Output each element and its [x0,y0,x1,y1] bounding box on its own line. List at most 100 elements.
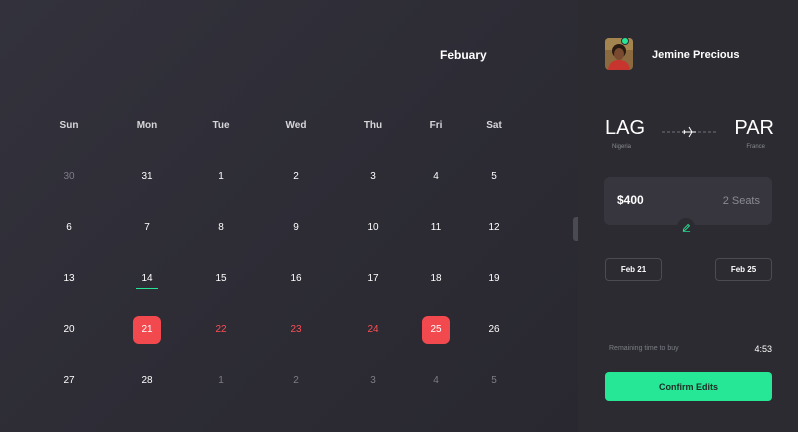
day-number: 26 [488,324,500,335]
calendar-day[interactable]: 16 [266,265,326,293]
calendar-day[interactable]: 19 [464,265,524,293]
weekday-label: Tue [212,120,230,131]
calendar-day[interactable]: 10 [343,214,403,242]
day-number: 21 [133,316,161,344]
calendar-day[interactable]: 5 [464,163,524,191]
weekday-label: Mon [136,120,158,131]
day-number: 18 [430,273,442,284]
day-number: 25 [422,316,450,344]
departure-date-button[interactable]: Feb 21 [605,258,662,281]
calendar-day[interactable]: 8 [191,214,251,242]
pencil-icon [682,223,690,232]
seat-count: 2 Seats [722,195,760,207]
day-number: 22 [215,324,227,335]
day-number: 31 [141,171,153,182]
day-number: 1 [218,375,224,386]
user-name: Jemine Precious [652,49,740,61]
calendar-day[interactable]: 1 [191,163,251,191]
airplane-icon [682,126,696,138]
day-number: 11 [430,222,442,233]
calendar-day[interactable]: 12 [464,214,524,242]
online-status-dot [621,37,629,45]
calendar-day[interactable]: 4 [406,367,466,395]
origin-country: Nigeria [612,144,632,150]
calendar-panel: Febuary Sun Mon Tue Wed Thu Fri Sat 30 31 1 2 3 4 5 6… [0,0,578,432]
calendar-day[interactable]: 5 [464,367,524,395]
calendar-day[interactable]: 3 [343,367,403,395]
calendar-day[interactable]: 20 [39,316,99,344]
user-avatar-icon [605,38,633,70]
day-number: 23 [290,324,302,335]
avatar[interactable] [605,38,633,70]
calendar-day[interactable]: 2 [266,163,326,191]
booking-sidebar: Jemine Precious LAG Nigeria PAR France $… [578,0,798,432]
calendar-day[interactable]: 31 [117,163,177,191]
day-number: 5 [491,171,497,182]
calendar-day[interactable]: 23 [266,316,326,344]
day-number: 15 [215,273,227,284]
month-title: Febuary [440,48,487,62]
remaining-time-label: Remaining time to buy [609,345,679,352]
calendar-day-selected[interactable]: 21 [117,316,177,344]
weekday-label: Thu [363,120,383,131]
edit-booking-button[interactable] [677,218,695,236]
day-number: 20 [63,324,75,335]
day-number: 14 [136,265,158,293]
calendar-day[interactable]: 28 [117,367,177,395]
day-number: 28 [141,375,153,386]
destination-country: France [746,144,765,150]
day-number: 9 [293,222,299,233]
origin-code: LAG [605,117,646,139]
day-number: 16 [290,273,302,284]
day-number: 5 [491,375,497,386]
weekday-label: Sun [59,120,79,131]
calendar-day-selected[interactable]: 25 [406,316,466,344]
day-number: 4 [433,375,439,386]
destination-code: PAR [734,117,774,139]
day-number: 1 [218,171,224,182]
day-number: 27 [63,375,75,386]
calendar-day[interactable]: 15 [191,265,251,293]
weekday-label: Wed [285,120,307,131]
ticket-price: $400 [617,193,644,207]
flight-route-line [662,126,716,138]
day-number: 3 [370,375,376,386]
calendar-day[interactable]: 18 [406,265,466,293]
day-number: 17 [367,273,379,284]
booking-app: Febuary Sun Mon Tue Wed Thu Fri Sat 30 31 1 2 3 4 5 6… [0,0,798,432]
day-number: 8 [218,222,224,233]
day-number: 3 [370,171,376,182]
day-number: 12 [488,222,500,233]
calendar-day[interactable]: 7 [117,214,177,242]
weekday-label: Sat [486,120,502,131]
day-number: 24 [367,324,379,335]
day-number: 13 [63,273,75,284]
day-number: 6 [66,222,72,233]
calendar-day[interactable]: 27 [39,367,99,395]
day-number: 10 [367,222,379,233]
calendar-day[interactable]: 24 [343,316,403,344]
calendar-day[interactable]: 6 [39,214,99,242]
day-number: 7 [144,222,150,233]
calendar-day[interactable]: 2 [266,367,326,395]
return-date-button[interactable]: Feb 25 [715,258,772,281]
calendar-day[interactable]: 17 [343,265,403,293]
day-number: 4 [433,171,439,182]
calendar-day[interactable]: 9 [266,214,326,242]
day-number: 2 [293,375,299,386]
calendar-day[interactable]: 30 [39,163,99,191]
calendar-day[interactable]: 13 [39,265,99,293]
calendar-day[interactable]: 22 [191,316,251,344]
calendar-day[interactable]: 4 [406,163,466,191]
weekday-label: Fri [429,120,443,131]
calendar-day[interactable]: 1 [191,367,251,395]
calendar-day[interactable]: 26 [464,316,524,344]
calendar-day[interactable]: 11 [406,214,466,242]
day-number: 19 [488,273,500,284]
day-number: 30 [63,171,75,182]
remaining-time-value: 4:53 [754,344,772,354]
confirm-edits-button[interactable]: Confirm Edits [605,372,772,401]
calendar-day[interactable]: 14 [117,265,177,293]
day-number: 2 [293,171,299,182]
calendar-day[interactable]: 3 [343,163,403,191]
